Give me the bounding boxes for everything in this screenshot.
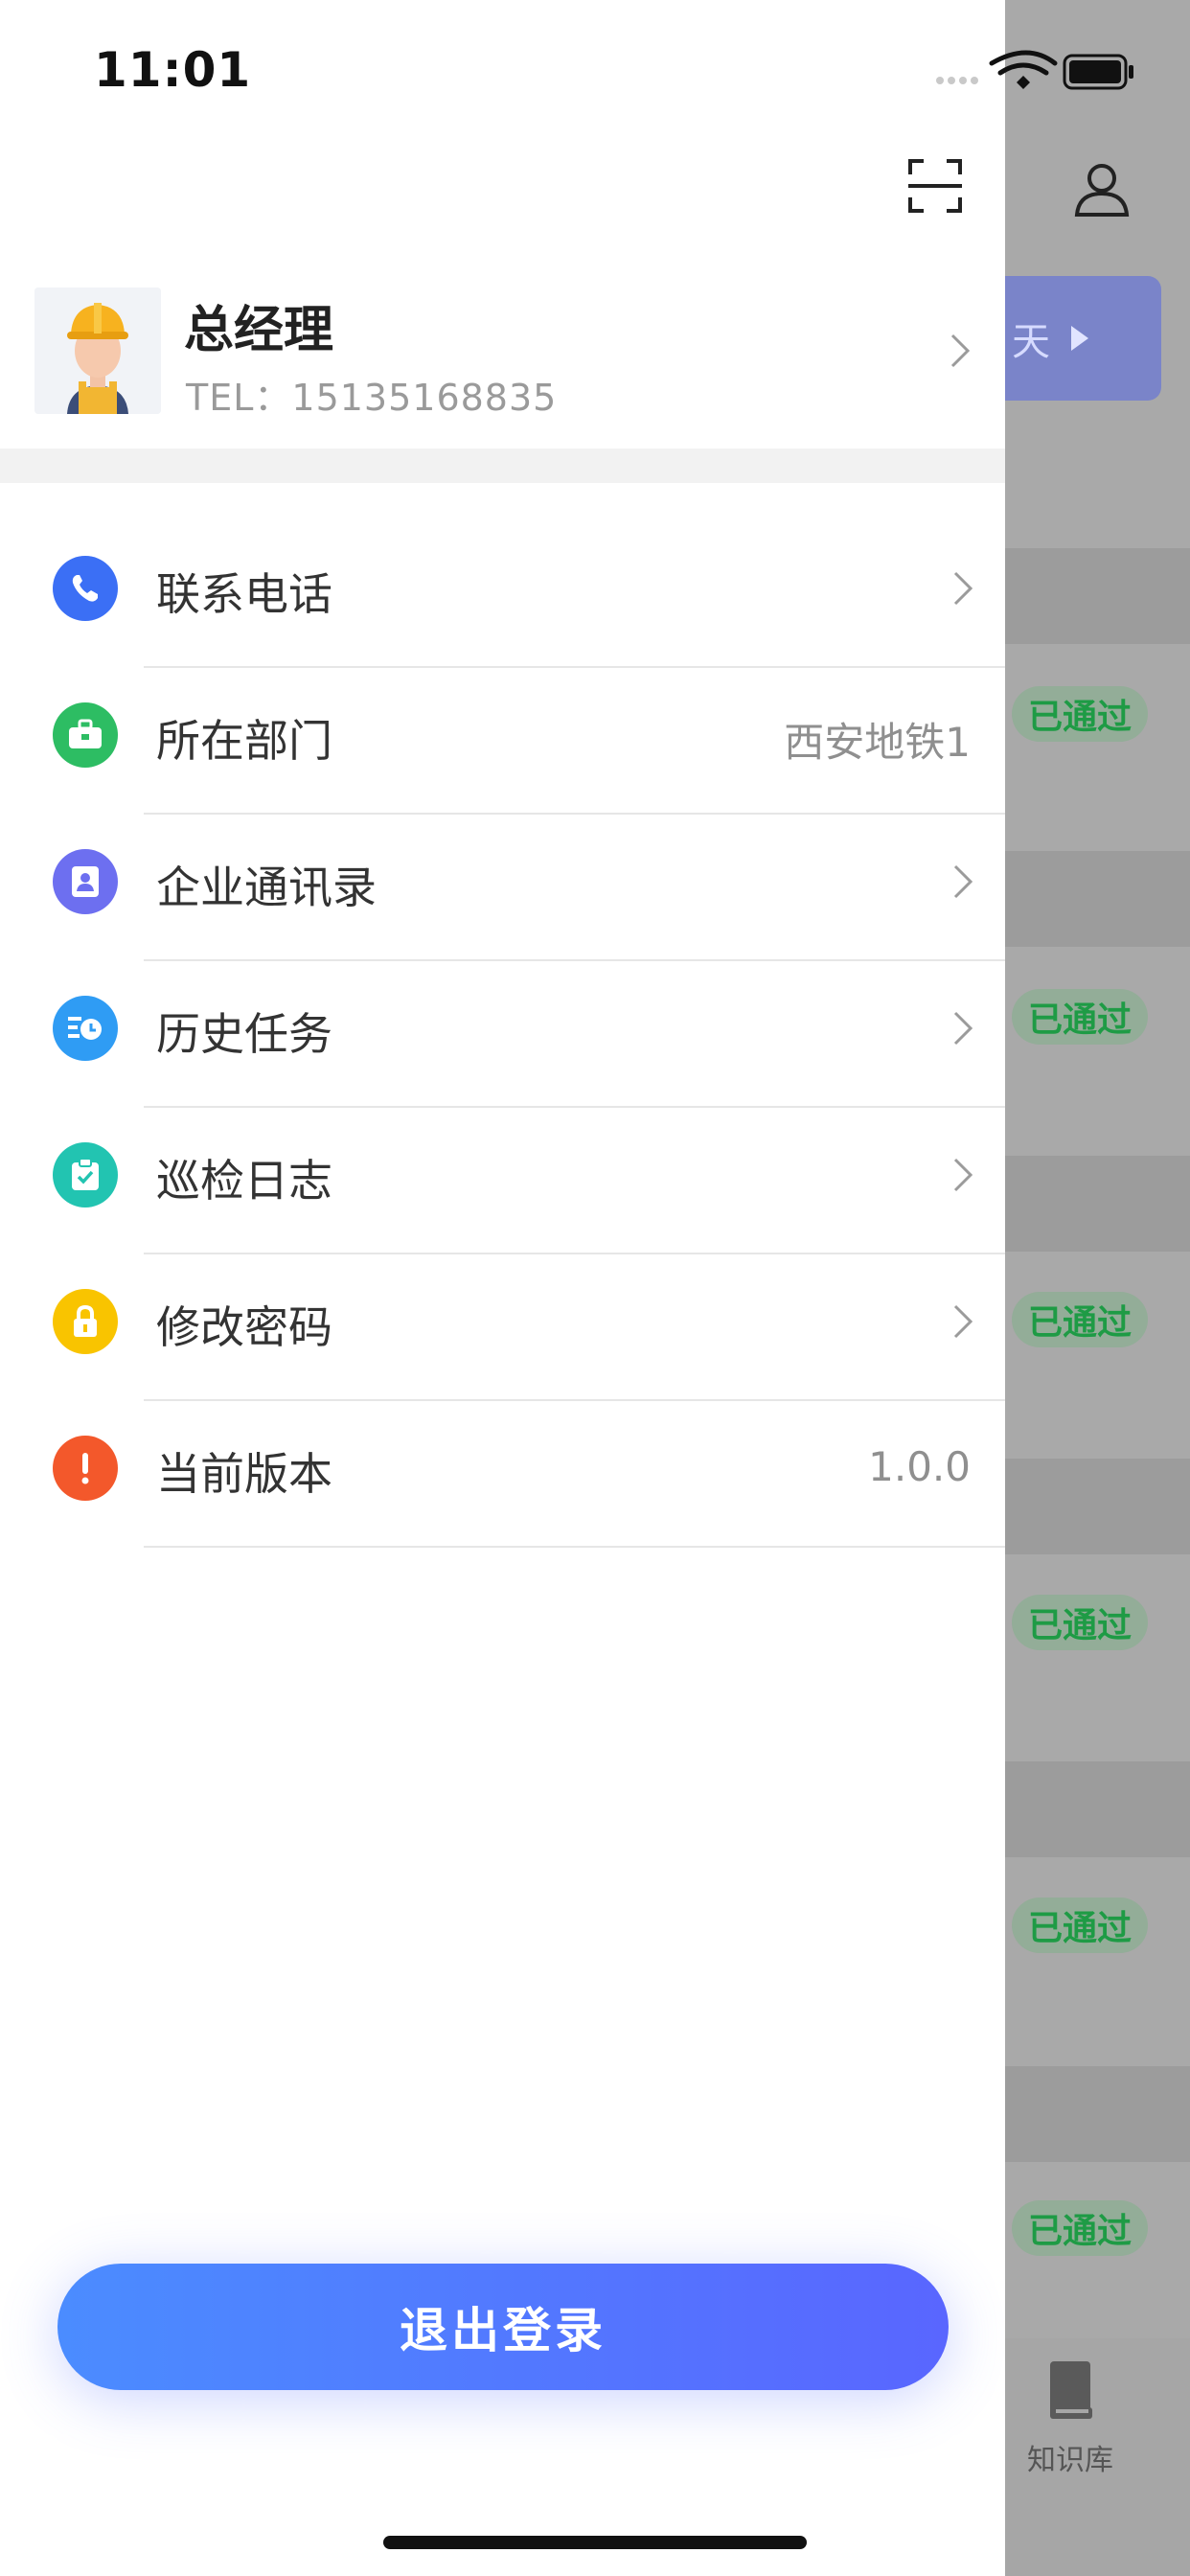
chevron-right-icon bbox=[953, 1011, 973, 1046]
play-icon bbox=[1071, 326, 1088, 351]
section-gap bbox=[0, 448, 1005, 483]
divider bbox=[144, 1546, 1005, 1548]
profile-tel: TEL：15135168835 bbox=[186, 377, 558, 419]
status-badge: 已通过 bbox=[1012, 1292, 1148, 1347]
home-indicator bbox=[383, 2536, 807, 2549]
side-drawer: 11:01 总经理 TEL：15135168835 联系电话 所在部门 西安地铁… bbox=[0, 0, 1133, 2576]
menu-item-department: 所在部门 西安地铁1 bbox=[0, 668, 1005, 815]
menu-item-history-tasks[interactable]: 历史任务 bbox=[0, 961, 1005, 1108]
chevron-right-icon bbox=[953, 571, 973, 606]
menu-item-contact-phone[interactable]: 联系电话 bbox=[0, 521, 1005, 668]
status-badge: 已通过 bbox=[1012, 2200, 1148, 2256]
battery-icon bbox=[1063, 54, 1133, 90]
chevron-right-icon bbox=[950, 334, 971, 368]
scan-icon[interactable] bbox=[906, 157, 964, 215]
department-value: 西安地铁1 bbox=[784, 719, 971, 766]
clipboard-check-icon bbox=[53, 1142, 118, 1208]
chevron-right-icon bbox=[953, 864, 973, 899]
menu-item-label: 历史任务 bbox=[156, 1008, 332, 1060]
wifi-icon bbox=[989, 50, 1058, 76]
logout-button[interactable]: 退出登录 bbox=[57, 2264, 949, 2390]
menu-list: 联系电话 所在部门 西安地铁1 企业通讯录 历史任务 巡检日志 修改密码 当前版… bbox=[0, 521, 1005, 1548]
date-pill[interactable]: 天 bbox=[987, 276, 1161, 401]
user-icon[interactable] bbox=[1073, 161, 1131, 218]
menu-item-label: 修改密码 bbox=[156, 1301, 332, 1353]
list-separator bbox=[1005, 1761, 1190, 1857]
date-pill-text: 天 bbox=[1012, 320, 1050, 364]
menu-item-change-password[interactable]: 修改密码 bbox=[0, 1254, 1005, 1401]
list-separator bbox=[1005, 2066, 1190, 2162]
briefcase-icon bbox=[53, 702, 118, 768]
status-time: 11:01 bbox=[94, 42, 252, 98]
profile-header[interactable]: 总经理 TEL：15135168835 bbox=[0, 278, 1005, 448]
menu-item-current-version: 当前版本 1.0.0 bbox=[0, 1401, 1005, 1548]
list-separator bbox=[1005, 1156, 1190, 1252]
status-badge: 已通过 bbox=[1012, 1898, 1148, 1953]
phone-icon bbox=[53, 556, 118, 621]
history-icon bbox=[53, 996, 118, 1061]
status-badge: 已通过 bbox=[1012, 686, 1148, 742]
chevron-right-icon bbox=[953, 1158, 973, 1192]
status-badge: 已通过 bbox=[1012, 1595, 1148, 1650]
menu-item-label: 所在部门 bbox=[156, 715, 332, 767]
avatar bbox=[34, 288, 161, 414]
menu-item-label: 当前版本 bbox=[156, 1448, 332, 1500]
lock-icon bbox=[53, 1289, 118, 1354]
exclamation-icon bbox=[53, 1436, 118, 1501]
status-badge: 已通过 bbox=[1012, 989, 1148, 1045]
menu-item-inspection-log[interactable]: 巡检日志 bbox=[0, 1108, 1005, 1254]
version-value: 1.0.0 bbox=[868, 1443, 971, 1490]
tab-knowledge-base[interactable]: 知识库 bbox=[1027, 2436, 1113, 2478]
book-icon[interactable] bbox=[1046, 2359, 1096, 2421]
list-separator bbox=[1005, 548, 1190, 644]
menu-item-label: 企业通讯录 bbox=[156, 862, 377, 913]
menu-item-label: 联系电话 bbox=[156, 568, 332, 620]
worker-avatar-icon bbox=[34, 288, 161, 414]
chevron-right-icon bbox=[953, 1304, 973, 1339]
menu-item-company-directory[interactable]: 企业通讯录 bbox=[0, 815, 1005, 961]
list-separator bbox=[1005, 851, 1190, 947]
contacts-icon bbox=[53, 849, 118, 914]
profile-name: 总经理 bbox=[184, 302, 334, 359]
menu-item-label: 巡检日志 bbox=[156, 1155, 332, 1207]
status-icons bbox=[936, 50, 1133, 90]
list-separator bbox=[1005, 1459, 1190, 1554]
